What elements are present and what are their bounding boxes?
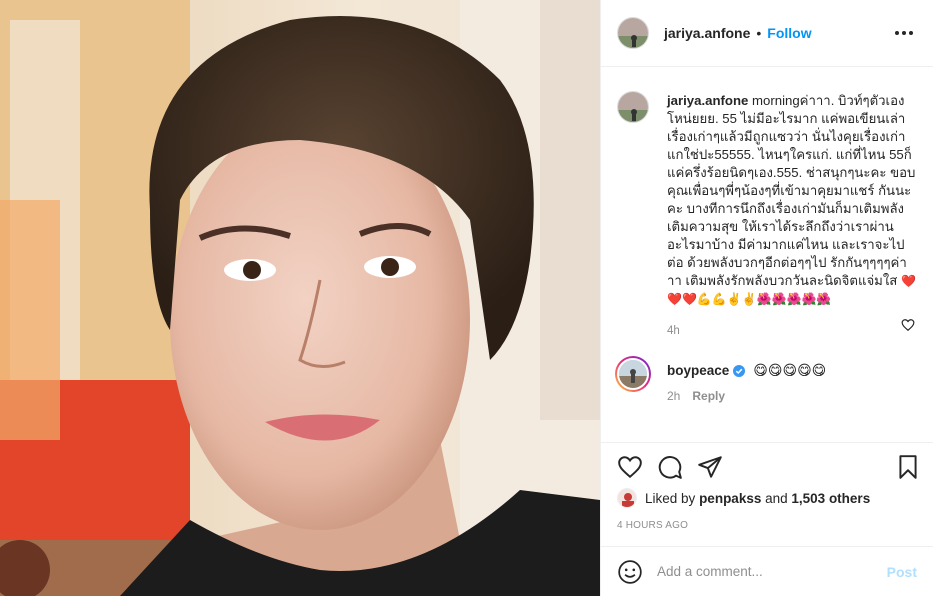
comment-like-heart-icon[interactable] [901,318,915,332]
selfie-image [0,0,600,596]
more-options-icon[interactable] [891,27,917,39]
liker-avatar[interactable] [617,488,637,508]
post-comment-button[interactable]: Post [887,564,917,580]
comment-item: boypeace 😋😋😋😋😋 2h Reply [615,356,917,403]
likes-prefix: Liked by [645,490,696,506]
comment-text: 😋😋😋😋😋 [753,362,827,378]
commenter-avatar[interactable] [615,356,651,392]
post-details-panel: jariya.anfone • Follow jariya.anfone mor… [600,0,933,596]
comment-body: boypeace 😋😋😋😋😋 2h Reply [667,356,917,403]
reply-button[interactable]: Reply [692,389,725,403]
follow-button[interactable]: Follow [767,25,811,41]
post-photo[interactable] [0,0,600,596]
add-comment-bar: Post [601,546,933,596]
bookmark-icon[interactable] [895,454,921,480]
comment-bubble-icon[interactable] [657,454,683,480]
verified-badge-icon [733,364,746,377]
caption-text: morningค่าาา. บิวท์ๆตัวเองโหน่ยยย. 55 ไม… [667,93,916,288]
paper-plane-icon[interactable] [697,454,723,480]
caption-time[interactable]: 4h [667,322,917,340]
post-header: jariya.anfone • Follow [601,0,933,67]
likes-summary: Liked by penpakss and 1,503 others [617,488,917,508]
caption: jariya.anfone morningค่าาา. บิวท์ๆตัวเอง… [617,91,917,340]
liker-username[interactable]: penpakss [699,491,761,506]
caption-username[interactable]: jariya.anfone [667,93,748,108]
post-actions [601,442,933,490]
caption-body: jariya.anfone morningค่าาา. บิวท์ๆตัวเอง… [667,92,917,340]
comment-input[interactable] [657,564,887,579]
heart-icon[interactable] [617,454,643,480]
smiley-icon[interactable] [617,559,643,585]
post-timestamp[interactable]: 4 HOURS AGO [617,520,688,531]
comments-area[interactable]: jariya.anfone morningค่าาา. บิวท์ๆตัวเอง… [601,68,933,442]
caption-avatar[interactable] [617,91,649,123]
likes-count[interactable]: 1,503 others [791,491,870,506]
author-username[interactable]: jariya.anfone [664,25,750,41]
comment-time[interactable]: 2h [667,389,680,403]
header-separator: • [756,25,762,41]
commenter-username[interactable]: boypeace [667,363,729,378]
author-avatar[interactable] [617,17,649,49]
likes-and: and [765,490,788,506]
